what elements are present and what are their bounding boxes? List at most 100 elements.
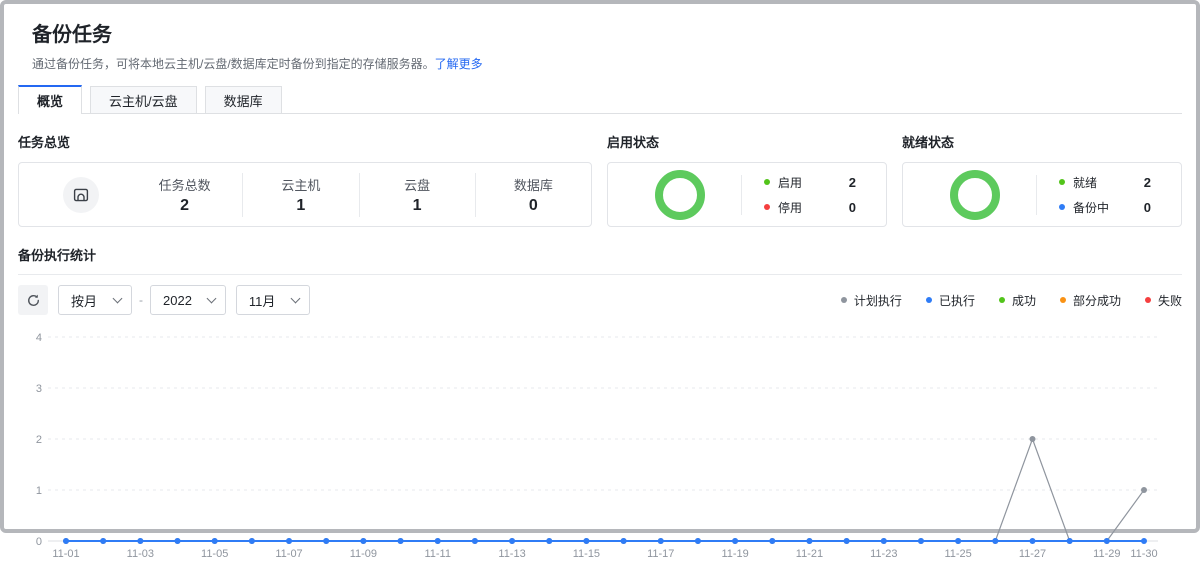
x-tick-label: 11-13 (498, 548, 525, 560)
series-point-已执行 (472, 538, 478, 544)
series-point-已执行 (918, 538, 924, 544)
series-point-已执行 (621, 538, 627, 544)
legend-row-disabled: 停用 0 (764, 199, 856, 216)
series-point-已执行 (398, 538, 404, 544)
stat-cloud-disk: 云盘 1 (359, 173, 475, 217)
task-overview-card: 任务总数 2 云主机 1 云盘 1 数据库 0 (18, 162, 592, 227)
period-select-value: 按月 (71, 291, 97, 310)
tab-overview[interactable]: 概览 (18, 85, 82, 114)
legend-dot (926, 297, 932, 303)
series-point-已执行 (212, 538, 218, 544)
stat-value: 1 (360, 197, 475, 215)
series-point-已执行 (844, 538, 850, 544)
series-point-计划执行 (1141, 487, 1147, 493)
page-description: 通过备份任务，可将本地云主机/云盘/数据库定时备份到指定的存储服务器。了解更多 (32, 55, 1182, 72)
series-point-已执行 (100, 538, 106, 544)
x-tick-label: 11-29 (1093, 548, 1120, 560)
series-point-已执行 (1029, 538, 1035, 544)
x-tick-label: 11-07 (275, 548, 302, 560)
series-point-已执行 (1104, 538, 1110, 544)
legend-label: 成功 (1012, 292, 1036, 309)
series-point-已执行 (658, 538, 664, 544)
series-point-已执行 (137, 538, 143, 544)
legend-row-backing-up: 备份中 0 (1059, 199, 1151, 216)
status-value: 0 (849, 200, 856, 215)
execution-line-chart: 0123411-0111-0311-0511-0711-0911-1111-13… (18, 329, 1190, 565)
y-tick-label: 3 (36, 383, 42, 395)
chevron-down-icon (113, 293, 123, 303)
y-tick-label: 2 (36, 434, 42, 446)
legend-item-planned[interactable]: 计划执行 (841, 292, 902, 309)
legend-item-partial-success[interactable]: 部分成功 (1060, 292, 1121, 309)
stat-label: 云主机 (243, 175, 358, 194)
ready-status-donut (950, 170, 1000, 220)
status-dot (1059, 204, 1065, 210)
legend-item-failed[interactable]: 失败 (1145, 292, 1182, 309)
legend-label: 失败 (1158, 292, 1182, 309)
series-point-已执行 (175, 538, 181, 544)
legend-dot (1145, 297, 1151, 303)
stat-value: 0 (476, 197, 591, 215)
legend-item-executed[interactable]: 已执行 (926, 292, 975, 309)
series-point-已执行 (881, 538, 887, 544)
series-point-已执行 (435, 538, 441, 544)
enable-status-card: 启用 2 停用 0 (607, 162, 887, 227)
legend-row-ready: 就绪 2 (1059, 174, 1151, 191)
month-select[interactable]: 11月 (236, 285, 310, 315)
x-tick-label: 11-05 (201, 548, 228, 560)
legend-row-enabled: 启用 2 (764, 174, 856, 191)
legend-dot (999, 297, 1005, 303)
x-tick-label: 11-23 (870, 548, 897, 560)
tab-database[interactable]: 数据库 (205, 86, 282, 113)
x-tick-label: 11-15 (573, 548, 600, 560)
series-point-已执行 (286, 538, 292, 544)
stat-label: 任务总数 (127, 175, 242, 194)
summary-row: 任务总览 任务总数 2 云主机 1 (18, 132, 1182, 227)
month-select-value: 11月 (249, 291, 276, 310)
refresh-button[interactable] (18, 285, 48, 315)
series-point-已执行 (546, 538, 552, 544)
execution-chart-area: 0123411-0111-0311-0511-0711-0911-1111-13… (18, 329, 1182, 570)
series-point-已执行 (695, 538, 701, 544)
legend-label: 部分成功 (1073, 292, 1121, 309)
task-stats: 任务总数 2 云主机 1 云盘 1 数据库 0 (127, 173, 591, 217)
x-tick-label: 11-25 (944, 548, 971, 560)
ready-status-title: 就绪状态 (902, 132, 1182, 151)
stat-cloud-host: 云主机 1 (242, 173, 358, 217)
legend-item-success[interactable]: 成功 (999, 292, 1036, 309)
stat-database: 数据库 0 (475, 173, 591, 217)
y-tick-label: 4 (36, 332, 42, 344)
period-select[interactable]: 按月 (58, 285, 132, 315)
learn-more-link[interactable]: 了解更多 (435, 57, 483, 71)
status-label: 启用 (778, 174, 802, 191)
series-point-已执行 (360, 538, 366, 544)
status-value: 0 (1144, 200, 1151, 215)
x-tick-label: 11-03 (127, 548, 154, 560)
ready-status-section: 就绪状态 就绪 2 备份中 0 (902, 132, 1182, 227)
stat-label: 数据库 (476, 175, 591, 194)
stat-value: 1 (243, 197, 358, 215)
enable-status-section: 启用状态 启用 2 停用 0 (607, 132, 887, 227)
tab-host-disk[interactable]: 云主机/云盘 (90, 86, 197, 113)
year-select[interactable]: 2022 (150, 285, 226, 315)
stat-total-tasks: 任务总数 2 (127, 173, 242, 217)
x-tick-label: 11-30 (1130, 548, 1157, 560)
legend-label: 已执行 (939, 292, 975, 309)
enable-status-donut (655, 170, 705, 220)
year-select-value: 2022 (163, 293, 192, 308)
ready-status-legend: 就绪 2 备份中 0 (1037, 174, 1181, 216)
status-value: 2 (1144, 175, 1151, 190)
x-tick-label: 11-21 (796, 548, 823, 560)
enable-status-title: 启用状态 (607, 132, 887, 151)
chevron-down-icon (206, 293, 216, 303)
stat-value: 2 (127, 197, 242, 215)
series-point-已执行 (63, 538, 69, 544)
series-point-已执行 (249, 538, 255, 544)
series-line-计划执行 (66, 439, 1144, 541)
status-dot (1059, 179, 1065, 185)
legend-dot (841, 297, 847, 303)
series-point-已执行 (583, 538, 589, 544)
series-point-已执行 (1067, 538, 1073, 544)
series-point-已执行 (323, 538, 329, 544)
series-point-已执行 (955, 538, 961, 544)
